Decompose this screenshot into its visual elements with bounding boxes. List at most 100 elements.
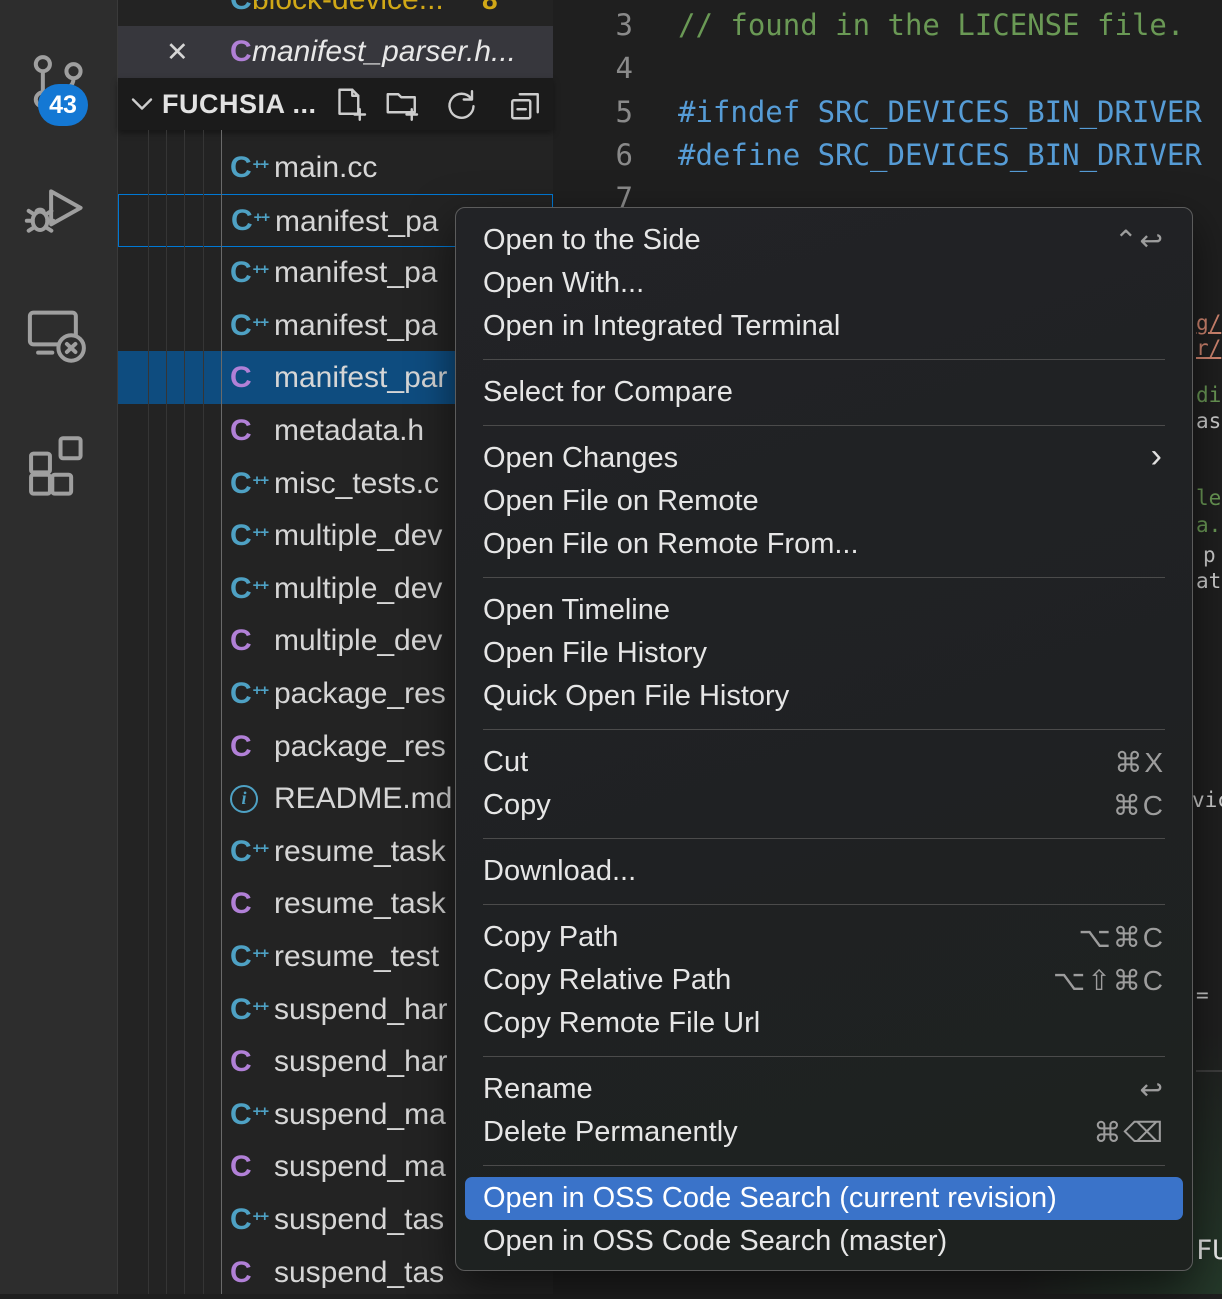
code-line: 5#ifndef SRC_DEVICES_BIN_DRIVER xyxy=(553,91,1222,134)
menu-item[interactable]: Open File on Remote xyxy=(456,480,1192,523)
file-name: multiple_dev xyxy=(274,562,442,615)
menu-item[interactable]: Copy Remote File Url xyxy=(456,1002,1192,1045)
new-file-icon xyxy=(332,86,368,122)
cpp-file-icon: C++ xyxy=(230,562,268,615)
indent-guide xyxy=(221,130,222,1294)
c-file-icon: C xyxy=(230,404,252,457)
open-editor-label: block-device... xyxy=(252,0,444,26)
git-status-badge: 8 xyxy=(482,0,498,26)
menu-item[interactable]: Copy Path⌥⌘C xyxy=(456,916,1192,959)
c-file-icon: C xyxy=(230,1140,252,1193)
menu-item-label: Open File on Remote From... xyxy=(483,528,859,560)
menu-item[interactable]: Open Timeline xyxy=(456,589,1192,632)
context-menu: Open to the Side⌃↩Open With...Open in In… xyxy=(455,207,1193,1271)
file-name: multiple_dev xyxy=(274,614,442,667)
file-name: suspend_tas xyxy=(274,1193,444,1246)
menu-item[interactable]: Select for Compare xyxy=(456,371,1192,414)
code-fragment: = xyxy=(1196,984,1209,1007)
menu-item[interactable]: Download... xyxy=(456,850,1192,893)
code-fragment: vic xyxy=(1192,789,1222,812)
menu-item-label: Open File on Remote xyxy=(483,485,759,517)
file-name: resume_task xyxy=(274,877,446,930)
menu-separator xyxy=(456,414,1192,437)
menu-item[interactable]: Rename↩ xyxy=(456,1068,1192,1111)
new-folder-icon xyxy=(384,86,420,122)
info-icon: i xyxy=(230,772,258,825)
extensions-button[interactable] xyxy=(24,430,90,496)
menu-item[interactable]: Open File History xyxy=(456,632,1192,675)
menu-item[interactable]: Open in Integrated Terminal xyxy=(456,305,1192,348)
cpp-file-icon: C++ xyxy=(230,246,268,299)
section-title: FUCHSIA ... xyxy=(162,78,317,130)
menu-item[interactable]: Open in OSS Code Search (current revisio… xyxy=(465,1177,1183,1220)
menu-item-label: Open in OSS Code Search (master) xyxy=(483,1225,947,1257)
menu-item[interactable]: Open With... xyxy=(456,262,1192,305)
code-fragment: r/ xyxy=(1196,337,1221,360)
code-line: 6#define SRC_DEVICES_BIN_DRIVER xyxy=(553,134,1222,177)
file-name: manifest_pa xyxy=(274,246,437,299)
run-debug-button[interactable] xyxy=(24,176,90,242)
code-line: 4 xyxy=(553,47,1222,90)
file-name: manifest_pa xyxy=(275,195,438,246)
open-editor-item[interactable]: C++ block-device... 8 xyxy=(118,0,553,26)
c-file-icon: C xyxy=(230,877,252,930)
menu-item[interactable]: Open to the Side⌃↩ xyxy=(456,219,1192,262)
new-folder-button[interactable] xyxy=(384,86,420,122)
code-fragment: di xyxy=(1196,384,1221,407)
file-name: manifest_par xyxy=(274,351,447,404)
refresh-button[interactable] xyxy=(442,86,478,122)
cpp-file-icon: C++ xyxy=(230,457,268,510)
file-name: misc_tests.c xyxy=(274,457,439,510)
line-number: 6 xyxy=(553,134,633,177)
line-number: 3 xyxy=(553,4,633,47)
file-name: package_res xyxy=(274,667,446,720)
menu-item[interactable]: Open File on Remote From... xyxy=(456,523,1192,566)
menu-item-label: Open to the Side xyxy=(483,224,701,256)
c-file-icon: C xyxy=(230,1246,252,1299)
menu-shortcut: ⌥⌘C xyxy=(1079,916,1166,959)
menu-separator xyxy=(456,893,1192,916)
menu-item-label: Open Timeline xyxy=(483,594,670,626)
menu-separator xyxy=(456,566,1192,589)
close-icon[interactable]: ✕ xyxy=(166,26,189,78)
menu-item-label: Download... xyxy=(483,855,636,887)
submenu-chevron-icon: › xyxy=(1151,435,1162,478)
menu-item[interactable]: Copy⌘C xyxy=(456,784,1192,827)
cpp-file-icon: C++ xyxy=(230,983,268,1036)
new-file-button[interactable] xyxy=(332,86,368,122)
menu-item[interactable]: Quick Open File History xyxy=(456,675,1192,718)
code-text: #ifndef SRC_DEVICES_BIN_DRIVER xyxy=(678,91,1202,134)
file-name: manifest_pa xyxy=(274,299,437,352)
menu-item[interactable]: Delete Permanently⌘⌫ xyxy=(456,1111,1192,1154)
activity-bar: 43 xyxy=(0,0,117,1294)
menu-item-label: Select for Compare xyxy=(483,376,733,408)
cpp-file-icon: C++ xyxy=(230,667,268,720)
indent-guide xyxy=(184,130,185,1294)
menu-item[interactable]: Open in OSS Code Search (master) xyxy=(456,1220,1192,1263)
menu-item-label: Delete Permanently xyxy=(483,1116,738,1148)
menu-item-label: Cut xyxy=(483,746,528,778)
open-editor-item-active[interactable]: ✕ C manifest_parser.h... xyxy=(118,26,553,78)
scm-badge: 43 xyxy=(38,84,88,126)
menu-item[interactable]: Open Changes › xyxy=(456,437,1192,480)
menu-item[interactable]: Cut ⌘X xyxy=(456,741,1192,784)
menu-item-label: Open Changes xyxy=(483,442,678,474)
c-file-icon: C xyxy=(230,1035,252,1088)
editor-divider xyxy=(1196,1070,1222,1072)
code-fragment: at xyxy=(1196,570,1221,593)
cpp-file-icon: C++ xyxy=(230,1193,268,1246)
refresh-icon xyxy=(442,86,478,122)
collapse-all-button[interactable] xyxy=(507,86,543,122)
menu-separator xyxy=(456,827,1192,850)
menu-item-label: Copy xyxy=(483,789,551,821)
file-name: resume_test xyxy=(274,930,439,983)
menu-shortcut: ↩ xyxy=(1140,1068,1165,1111)
menu-shortcut: ⌘X xyxy=(1114,741,1165,784)
menu-item[interactable]: Copy Relative Path⌥⇧⌘C xyxy=(456,959,1192,1002)
remote-explorer-button[interactable] xyxy=(24,302,90,368)
explorer-section-header[interactable]: FUCHSIA ... xyxy=(118,78,553,130)
cpp-file-icon: C++ xyxy=(231,195,269,246)
cpp-file-icon: C++ xyxy=(230,1088,268,1141)
menu-separator xyxy=(456,718,1192,741)
file-name: suspend_ma xyxy=(274,1088,446,1141)
